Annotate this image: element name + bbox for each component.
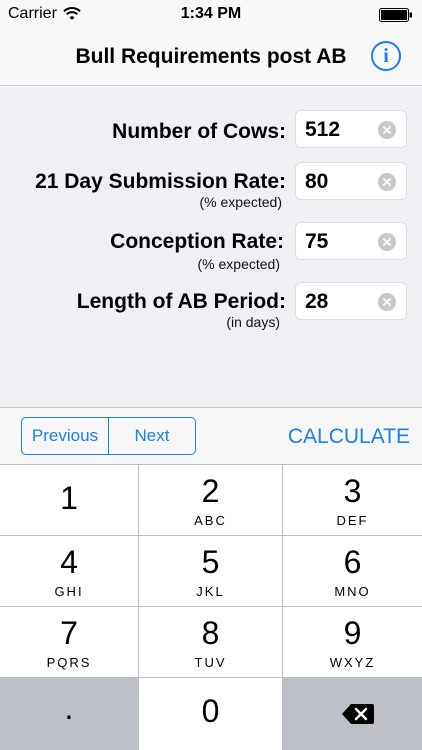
key-digit: 6 [343,544,362,580]
status-time: 1:34 PM [180,5,242,22]
clear-icon[interactable] [378,233,396,251]
key-letters: WXYZ [329,655,376,670]
key-0[interactable]: 0 [139,678,282,750]
form-area: Number of Cows: 512 21 Day Submission Ra… [0,87,422,407]
key-digit: 2 [201,473,220,509]
key-digit: 1 [60,480,78,516]
key-digit: 5 [201,544,220,580]
key-letters: PQRS [46,655,92,670]
key-6[interactable]: 6 MNO [283,536,422,606]
key-9[interactable]: 9 WXYZ [283,607,422,677]
row-label: Number of Cows: [112,120,286,143]
calculate-button[interactable]: CALCULATE [288,425,410,449]
status-bar: Carrier 1:34 PM [0,0,422,28]
key-7[interactable]: 7 PQRS [0,607,138,677]
prev-next-control: Previous Next [21,417,196,455]
key-digit: 7 [60,615,78,651]
field-value: 75 [305,230,329,253]
previous-button[interactable]: Previous [22,418,108,454]
key-digit: 0 [201,693,220,729]
field-value: 512 [305,118,341,141]
conception-rate-field[interactable]: 75 [295,222,407,260]
field-value: 80 [305,170,329,193]
key-decimal[interactable]: . [0,678,138,750]
key-3[interactable]: 3 DEF [283,465,422,535]
key-letters: JKL [196,584,225,599]
clear-icon[interactable] [378,173,396,191]
keyboard-toolbar: Previous Next CALCULATE [0,407,422,464]
page-title: Bull Requirements post AB [75,45,347,68]
key-letters: DEF [336,513,369,528]
field-value: 28 [305,290,329,313]
key-digit: 9 [343,615,362,651]
nav-bar: Bull Requirements post AB i [0,28,422,86]
row-sublabel: (% expected) [199,194,282,210]
info-button[interactable]: i [371,41,401,71]
key-digit: 8 [201,615,220,651]
key-4[interactable]: 4 GHI [0,536,138,606]
info-icon: i [383,45,389,67]
key-letters: ABC [194,513,227,528]
submission-rate-field[interactable]: 80 [295,162,407,200]
row-label: Conception Rate: [110,230,284,253]
clear-icon[interactable] [378,121,396,139]
key-1[interactable]: 1 [0,465,138,535]
number-keypad: 1 2 ABC 3 DEF 4 GHI 5 JKL 6 MNO 7 PQRS 8… [0,464,422,750]
key-letters: MNO [334,584,371,599]
clear-icon[interactable] [378,293,396,311]
row-sublabel: (in days) [226,314,280,330]
number-of-cows-field[interactable]: 512 [295,110,407,148]
key-8[interactable]: 8 TUV [139,607,282,677]
backspace-key[interactable] [283,678,422,750]
battery-icon [379,8,412,22]
row-label: Length of AB Period: [76,290,286,313]
ab-period-field[interactable]: 28 [295,282,407,320]
row-label: 21 Day Submission Rate: [35,170,286,193]
row-sublabel: (% expected) [197,256,280,272]
key-digit: 3 [343,473,362,509]
key-2[interactable]: 2 ABC [139,465,282,535]
key-digit: . [64,690,74,726]
key-digit: 4 [60,544,78,580]
next-button[interactable]: Next [108,418,195,454]
backspace-icon [342,704,374,724]
key-letters: GHI [54,584,84,599]
key-5[interactable]: 5 JKL [139,536,282,606]
key-letters: TUV [194,655,227,670]
